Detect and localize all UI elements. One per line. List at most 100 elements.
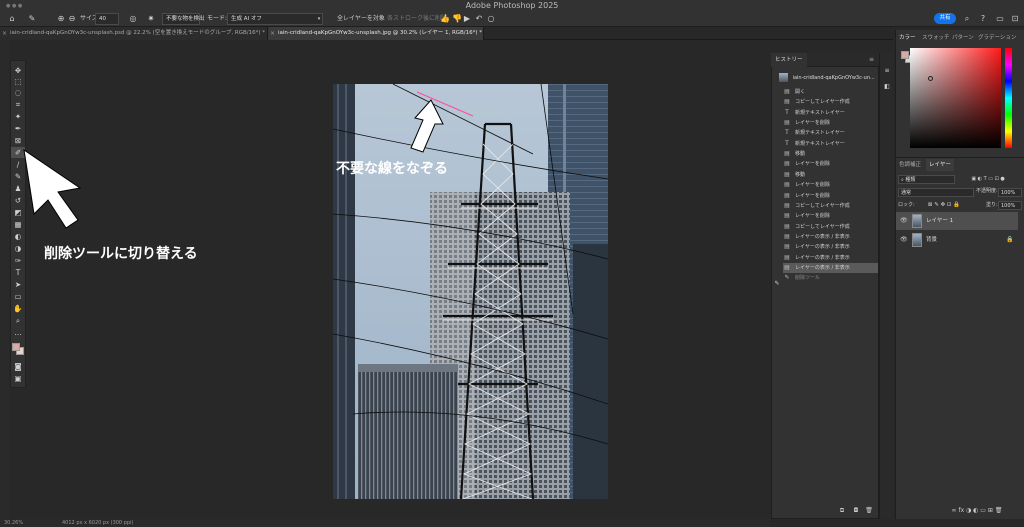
remove-tool-preset-icon[interactable]: ✎ <box>26 13 38 25</box>
color-picker-field[interactable] <box>910 48 1001 148</box>
detect-distractions-button[interactable]: 不要な物を検出 <box>162 13 205 25</box>
history-item[interactable]: ▤ レイヤーを削除 <box>783 180 878 190</box>
more-tools-icon[interactable]: … <box>11 327 25 338</box>
history-item[interactable]: ▤ コピーしてレイヤー作成 <box>783 222 878 232</box>
hue-slider[interactable] <box>1005 48 1012 148</box>
frame-icon[interactable]: ⊠ <box>11 135 25 146</box>
opacity-label: 不透明度: <box>976 188 998 194</box>
filter-icons[interactable]: ▣ ◐ T ▭ ⊡ ● <box>958 173 1018 185</box>
history-item[interactable]: ▤ 移動 <box>783 149 878 159</box>
object-select-icon[interactable]: ✦ <box>11 111 25 122</box>
trash-icon[interactable]: 🗑 <box>864 505 874 517</box>
eye-icon[interactable]: 👁 <box>900 212 908 230</box>
history-item[interactable]: ▤ レイヤーを削除 <box>783 211 878 221</box>
search-icon[interactable]: ⌕ <box>962 13 972 25</box>
tab-history[interactable]: ヒストリー <box>771 53 807 67</box>
shape-icon[interactable]: ▭ <box>11 291 25 302</box>
tab-document-psd[interactable]: × iain-cridland-qaKpGnOYw3c-unsplash.psd… <box>0 27 268 40</box>
share-button[interactable]: 共有 <box>934 13 956 24</box>
tab-document-jpg[interactable]: × iain-cridland-qaKpGnOYw3c-unsplash.jpg… <box>268 27 484 40</box>
history-item[interactable]: ▤ レイヤーの表示 / 非表示 <box>783 242 878 252</box>
undo-icon[interactable]: ↶ <box>474 13 484 25</box>
history-item[interactable]: ▤ 移動 <box>783 170 878 180</box>
close-icon[interactable]: × <box>2 27 7 40</box>
pen-icon[interactable]: ✑ <box>11 255 25 266</box>
history-item[interactable]: ▤ レイヤーの表示 / 非表示 <box>783 232 878 242</box>
zoom-level[interactable]: 30.26% <box>4 519 23 527</box>
circle-icon[interactable]: ○ <box>486 13 496 25</box>
color-foreground-swatch[interactable] <box>901 51 909 59</box>
doc-icon: ▤ <box>784 201 790 209</box>
pressure-icon[interactable]: ◎ <box>128 13 138 25</box>
history-item[interactable]: ▤ レイヤーを削除 <box>783 118 878 128</box>
brush-subtract-icon[interactable]: ⊖ <box>67 13 77 25</box>
blur-icon[interactable]: ◐ <box>11 231 25 242</box>
screen-mode-icon[interactable]: ▣ <box>11 373 25 384</box>
arrange-icon[interactable]: ⊡ <box>1010 13 1020 25</box>
gear-icon[interactable]: ✷ <box>146 13 156 25</box>
apply-icon[interactable]: ▶ <box>462 13 472 25</box>
history-item[interactable]: ▤ レイヤーの表示 / 非表示 <box>783 253 878 263</box>
eyedropper-icon[interactable]: ✒ <box>11 123 25 134</box>
history-item-label: レイヤーの表示 / 非表示 <box>795 244 850 251</box>
workspace-icon[interactable]: ▭ <box>995 13 1005 25</box>
layer-row-layer1[interactable]: 👁 レイヤー 1 <box>896 212 1018 230</box>
tab-swatches[interactable]: スウォッチ <box>922 32 950 44</box>
lasso-icon[interactable]: ◌ <box>11 87 25 98</box>
close-icon[interactable]: × <box>270 27 275 40</box>
crop-icon[interactable]: ⌗ <box>11 99 25 110</box>
hand-icon[interactable]: ✋ <box>11 303 25 314</box>
opacity-input[interactable]: 100% <box>998 188 1022 197</box>
lock-icon: 🔒 <box>1006 236 1014 243</box>
properties-icon[interactable]: ◧ <box>882 81 892 93</box>
mode-select[interactable]: 生成 AI オフ <box>227 13 323 25</box>
history-item[interactable]: T 新規テキストレイヤー <box>783 108 878 118</box>
history-item[interactable]: ▤ レイヤーの表示 / 非表示 <box>783 262 878 273</box>
quick-mask-icon[interactable]: ◙ <box>11 361 25 372</box>
zoom-icon[interactable]: ⌕ <box>11 315 25 326</box>
brush-add-icon[interactable]: ⊕ <box>56 13 66 25</box>
history-item[interactable]: ▤ コピーしてレイヤー作成 <box>783 201 878 211</box>
history-brush-source-icon[interactable]: ✎ <box>772 278 782 290</box>
blend-mode-select[interactable]: 通常 <box>898 188 974 197</box>
dodge-icon[interactable]: ◑ <box>11 243 25 254</box>
doc-icon: ▤ <box>784 232 790 240</box>
foreground-swatch[interactable] <box>12 343 20 351</box>
history-item[interactable]: ▤ コピーしてレイヤー作成 <box>783 97 878 107</box>
home-icon[interactable]: ⌂ <box>6 13 18 25</box>
help-icon[interactable]: ? <box>978 13 988 25</box>
app-title: Adobe Photoshop 2025 <box>465 1 559 10</box>
layer-name[interactable]: レイヤー 1 <box>926 212 953 230</box>
history-item[interactable]: ▤ レイヤーを削除 <box>783 159 878 169</box>
history-snapshot[interactable]: iain-cridland-qaKpGnOYw3c-un... <box>779 70 878 86</box>
history-item[interactable]: ✎ 削除ツール <box>783 273 878 283</box>
layer-row-background[interactable]: 👁 背景 🔒 <box>896 231 1018 249</box>
fill-input[interactable]: 100% <box>998 201 1022 210</box>
layer-actions-icons[interactable]: ∞ fx ◑ ◐ ▭ ⊞ 🗑 <box>932 505 1022 517</box>
tab-patterns[interactable]: パターン <box>952 32 974 44</box>
history-panel-icon[interactable]: ≡ <box>882 65 892 77</box>
type-icon[interactable]: T <box>11 267 25 278</box>
lock-icons[interactable]: ⊠ ✎ ✥ ⊡ 🔒 <box>916 199 972 211</box>
panel-menu-icon[interactable]: ≡ <box>869 56 874 63</box>
camera-icon[interactable]: ◘ <box>851 505 861 517</box>
new-document-from-state-icon[interactable]: ⧉ <box>837 505 847 517</box>
tab-gradients[interactable]: グラデーション <box>978 32 1016 44</box>
history-item[interactable]: ▤ 開く <box>783 87 878 97</box>
layer-name[interactable]: 背景 <box>926 231 937 249</box>
marquee-icon[interactable]: ⬚ <box>11 76 25 87</box>
thumbs-up-icon[interactable]: 👍 <box>440 13 450 25</box>
move-icon[interactable]: ✥ <box>11 65 25 76</box>
layer-filter-kind[interactable]: ⌕ 種類 <box>898 175 955 184</box>
eye-icon[interactable]: 👁 <box>900 231 908 249</box>
tab-adjustments[interactable]: 色調補正 <box>899 159 921 171</box>
thumbs-down-icon[interactable]: 👎 <box>452 13 462 25</box>
history-item[interactable]: ▤ レイヤーを削除 <box>783 191 878 201</box>
history-item[interactable]: T 新規テキストレイヤー <box>783 139 878 149</box>
size-input[interactable]: 40 <box>95 13 119 25</box>
history-item[interactable]: T 新規テキストレイヤー <box>783 128 878 138</box>
path-select-icon[interactable]: ➤ <box>11 279 25 290</box>
tab-color[interactable]: カラー <box>899 32 916 44</box>
tab-layers[interactable]: レイヤー <box>926 159 954 171</box>
document-canvas[interactable] <box>333 84 608 499</box>
